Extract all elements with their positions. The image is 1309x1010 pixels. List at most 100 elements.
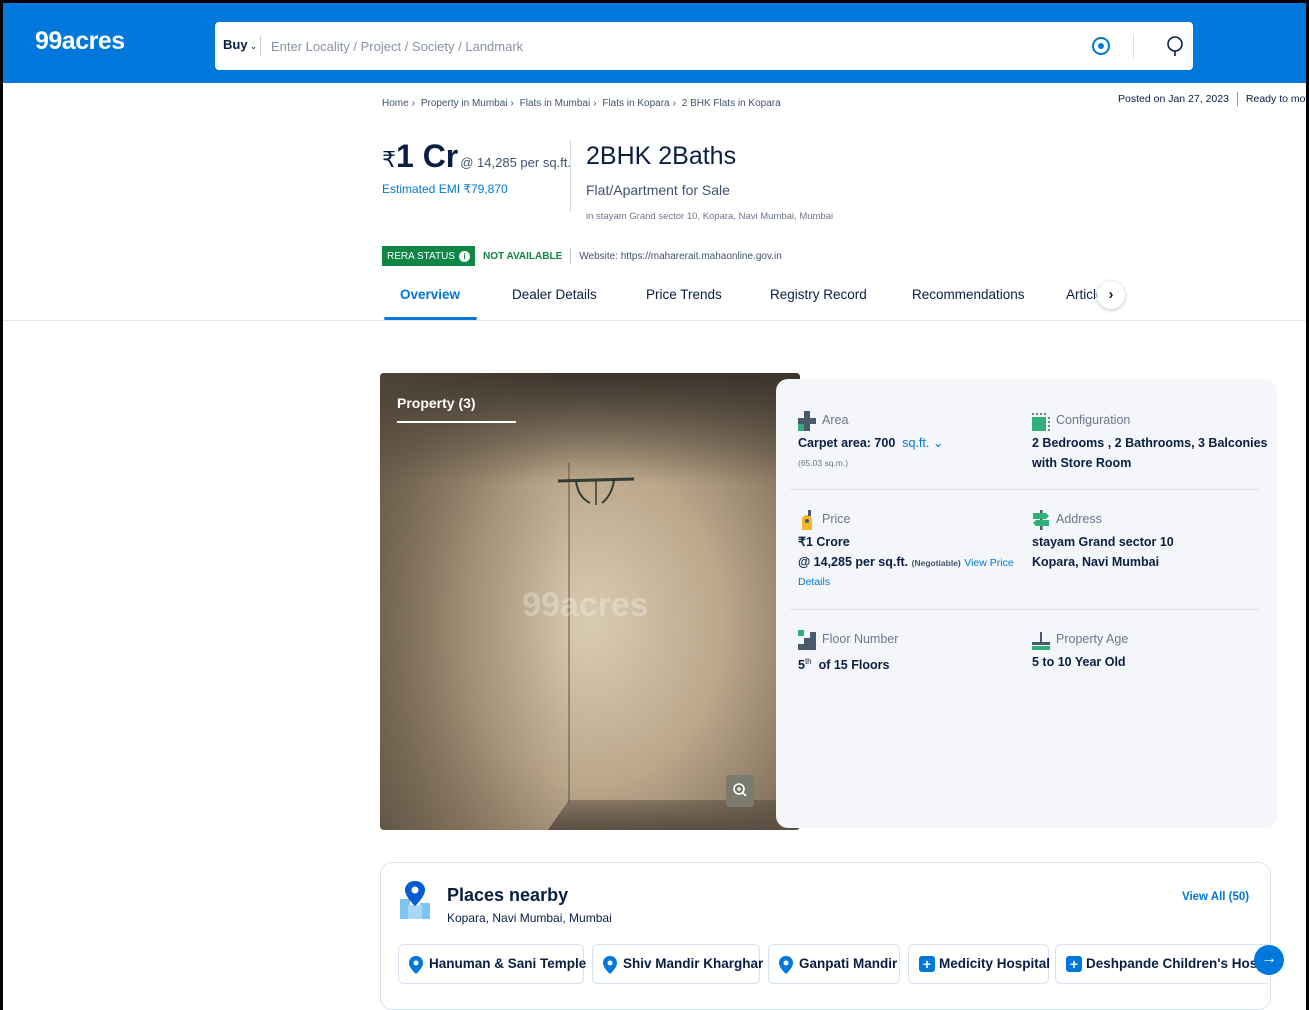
rera-status: NOT AVAILABLE [482,250,563,262]
tab-dealer-details[interactable]: Dealer Details [512,287,597,302]
area-icon [798,411,816,431]
tab-registry-record[interactable]: Registry Record [770,287,867,302]
place-chip[interactable]: Hanuman & Sani Temple [398,944,587,984]
pin-icon [409,956,423,974]
area-sqm: (65.03 sq.m.) [798,458,849,468]
rera-website: Website: https://maharerait.mahaonline.g… [579,250,782,262]
estimated-emi-link[interactable]: Estimated EMI ₹79,870 [382,182,508,196]
place-chip-label: Hanuman & Sani Temple [429,956,587,971]
pin-icon [603,956,617,974]
price-main: ₹1 Cr @ 14,285 per sq.ft. [382,138,571,175]
chevron-down-icon: ⌄ [932,436,944,450]
address-line1: stayam Grand sector 10 [1032,532,1174,552]
tab-overview[interactable]: Overview [400,287,460,302]
tab-price-trends[interactable]: Price Trends [646,287,722,302]
place-chip[interactable]: Shiv Mandir Kharghar [592,944,763,984]
price-tag-icon [802,510,812,530]
property-type: Flat/Apartment for Sale [586,182,730,198]
info-icon[interactable]: i [458,250,470,262]
breadcrumb-item[interactable]: Home [382,98,409,109]
search-bar: Buy ⌄ [215,22,1193,70]
places-title: Places nearby [447,885,569,905]
price-per-sqft-row: @ 14,285 per sq.ft. (Negotiable) View Pr… [798,552,1014,573]
price-label: Price [822,512,851,526]
places-nearby-section: Places nearby Kopara, Navi Mumbai, Mumba… [380,862,1271,1010]
place-chip[interactable]: + Deshpande Children's Hospital [1055,944,1268,984]
places-chip-row: Hanuman & Sani Temple Shiv Mandir Khargh… [398,944,1268,984]
zoom-button[interactable] [726,775,754,807]
carpet-area: Carpet area: 700 [798,436,896,450]
search-divider-2 [1133,34,1134,58]
configuration-value: 2 Bedrooms , 2 Bathrooms, 3 Balconies [1032,433,1268,453]
view-all-link[interactable]: View All (50) [1182,891,1249,903]
address-line1-text: stayam Grand sector 10 [1032,535,1174,549]
chevron-right-icon[interactable]: › [1097,281,1125,309]
age-value-text: 5 to 10 Year Old [1032,655,1126,669]
rera-badge-label: RERA STATUS [387,250,455,262]
posted-date: Posted on Jan 27, 2023 [1118,92,1229,105]
configuration-icon [1032,413,1050,431]
places-nearby-icon [400,881,430,919]
chevron-down-icon: ⌄ [249,41,258,51]
place-chip-label: Deshpande Children's Hospital [1086,956,1268,971]
places-subtitle: Kopara, Navi Mumbai, Mumbai [447,911,612,925]
floor-total: of 15 Floors [818,658,890,673]
top-header: 99acres Buy ⌄ [3,3,1306,83]
price-value: 1 Cr [396,138,459,174]
buy-dropdown[interactable]: Buy ⌄ [223,37,257,52]
configuration-line2: with Store Room [1032,453,1131,473]
zoom-in-icon [733,783,747,797]
posted-info: Posted on Jan 27, 2023 Ready to move [1118,92,1309,106]
price-crore: ₹1 Crore [798,535,850,549]
floor-icon [798,630,816,650]
configuration-label: Configuration [1056,413,1131,427]
age-value: 5 to 10 Year Old [1032,652,1126,672]
search-divider [260,36,261,56]
place-chip[interactable]: + Medicity Hospital [908,944,1051,984]
price-per-sqft: @ 14,285 per sq.ft. [460,155,572,170]
price-summary: ₹1 Cr @ 14,285 per sq.ft. Estimated EMI ₹… [382,138,571,196]
wall-shelf-graphic [557,477,635,505]
place-chip-label: Ganpati Mandir [799,956,898,971]
breadcrumb: Home › Property in Mumbai › Flats in Mumba… [382,98,781,109]
gallery-title-underline [397,421,516,423]
rera-badge: RERA STATUS i [382,246,475,266]
breadcrumb-item[interactable]: Property in Mumbai [421,98,508,109]
view-price-details-link[interactable]: View Price [964,557,1013,569]
bhk-title: 2BHK 2Baths [586,142,737,170]
search-input[interactable] [271,32,1071,60]
floor-suffix: th [804,657,812,666]
breadcrumb-item[interactable]: Flats in Kopara [602,98,669,109]
place-chip[interactable]: Ganpati Mandir [768,944,900,984]
property-age-icon [1032,632,1050,650]
unit-label: sq.ft. [902,436,930,450]
gallery-title: Property (3) [397,395,476,411]
pin-icon [779,956,793,974]
summary-divider [570,140,571,212]
watermark: 99acres [522,586,649,624]
address-label: Address [1056,512,1102,526]
arrow-right-icon[interactable]: → [1254,945,1284,975]
price-per-sqft-value: @ 14,285 per sq.ft. [798,555,909,569]
breadcrumb-item[interactable]: Flats in Mumbai [520,98,591,109]
rera-row: RERA STATUS i NOT AVAILABLE Website: http… [382,246,782,266]
card-divider [790,609,1260,610]
area-label: Area [822,413,849,427]
unit-dropdown[interactable]: sq.ft. ⌄ [902,436,943,450]
property-photo[interactable]: 99acres Property (3) [380,373,800,830]
tabs-divider [3,320,1306,321]
signpost-icon [1033,510,1049,530]
breadcrumb-item[interactable]: 2 BHK Flats in Kopara [682,98,781,109]
negotiable-tag: (Negotiable) [911,558,961,568]
search-icon[interactable] [1165,35,1187,57]
logo[interactable]: 99acres [35,27,125,56]
tab-recommendations[interactable]: Recommendations [912,287,1025,302]
property-details-card: Area Carpet area: 700 sq.ft. ⌄ (65.03 sq… [776,379,1277,828]
possession-status: Ready to move [1245,92,1309,105]
place-chip-label: Medicity Hospital [939,956,1051,971]
view-price-details-link-2[interactable]: Details [798,572,830,592]
age-label: Property Age [1056,632,1129,646]
address-line2-text: Kopara, Navi Mumbai [1032,555,1160,569]
location-target-icon[interactable] [1092,37,1110,55]
card-divider [790,489,1260,490]
